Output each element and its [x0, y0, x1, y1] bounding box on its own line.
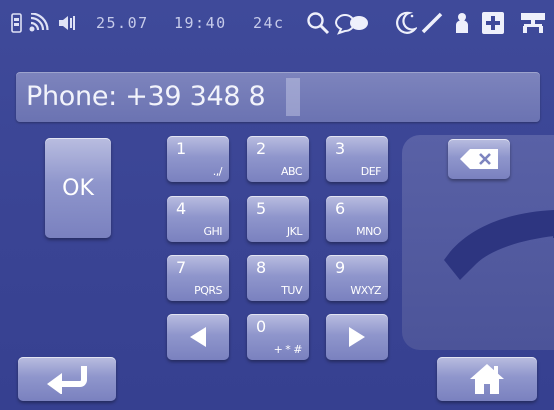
key-number: 1: [176, 139, 187, 158]
backspace-icon: [460, 149, 498, 169]
text-cursor: [286, 78, 300, 116]
person-icon[interactable]: [453, 11, 471, 35]
cursor-right-button[interactable]: [326, 314, 388, 360]
key-letters: MNO: [356, 225, 381, 238]
key-number: 6: [335, 199, 346, 218]
ok-button-label: OK: [62, 175, 94, 201]
key-number: 5: [256, 199, 267, 218]
key-letters: DEF: [360, 165, 382, 178]
key-letters: WXYZ: [350, 284, 381, 297]
pen-icon[interactable]: [420, 11, 444, 35]
status-temperature: 24c: [253, 14, 285, 32]
cursor-left-button[interactable]: [167, 314, 229, 360]
status-bar: 25.07 19:40 24c: [0, 0, 554, 52]
key-6[interactable]: 6 MNO: [326, 196, 388, 242]
key-number: 3: [335, 139, 346, 158]
arrow-left-icon: [190, 327, 206, 347]
plus-icon[interactable]: [481, 11, 505, 35]
key-number: 2: [256, 139, 267, 158]
phone-number-text: Phone: +39 348 8: [26, 81, 266, 112]
key-3[interactable]: 3 DEF: [326, 136, 388, 182]
key-number: 9: [335, 258, 346, 277]
key-letters: GHI: [203, 225, 222, 238]
key-2[interactable]: 2 ABC: [247, 136, 309, 182]
back-button[interactable]: [18, 357, 116, 401]
speaker-icon: [59, 16, 75, 30]
key-5[interactable]: 5 JKL: [247, 196, 309, 242]
key-letters: ABC: [280, 165, 303, 178]
key-letters: .,/: [212, 165, 223, 178]
key-letters: PQRS: [194, 284, 222, 297]
search-icon[interactable]: [306, 11, 330, 35]
network-icon[interactable]: [520, 11, 546, 35]
arrow-right-icon: [349, 327, 365, 347]
moon-icon[interactable]: [395, 11, 417, 35]
status-time: 19:40: [174, 14, 227, 32]
key-number: 4: [176, 199, 187, 218]
key-letters: TUV: [281, 284, 302, 297]
backspace-button[interactable]: [448, 139, 510, 179]
key-9[interactable]: 9 WXYZ: [326, 255, 388, 301]
ok-button[interactable]: OK: [45, 138, 111, 238]
key-8[interactable]: 8 TUV: [247, 255, 309, 301]
key-letters: JKL: [286, 225, 303, 238]
key-7[interactable]: 7 PQRS: [167, 255, 229, 301]
phone-handset-icon[interactable]: [430, 204, 554, 342]
key-number: 8: [256, 258, 267, 277]
chat-icon[interactable]: [334, 11, 370, 35]
key-number: 7: [176, 258, 187, 277]
key-number: 0: [256, 317, 267, 336]
home-icon: [470, 364, 504, 394]
phone-number-input[interactable]: Phone: +39 348 8: [16, 72, 540, 122]
enter-return-icon: [47, 366, 87, 394]
phone-dialer-screen: 25.07 19:40 24c Phone: +39 348 8 OK 1 .,…: [0, 0, 554, 410]
home-button[interactable]: [437, 357, 537, 401]
sim-card-icon: [11, 13, 22, 33]
key-letters: + * #: [273, 343, 303, 356]
key-4[interactable]: 4 GHI: [167, 196, 229, 242]
key-1[interactable]: 1 .,/: [167, 136, 229, 182]
wireless-signal-icon: [29, 13, 49, 32]
key-0[interactable]: 0 + * #: [247, 314, 309, 360]
status-date: 25.07: [96, 14, 149, 32]
